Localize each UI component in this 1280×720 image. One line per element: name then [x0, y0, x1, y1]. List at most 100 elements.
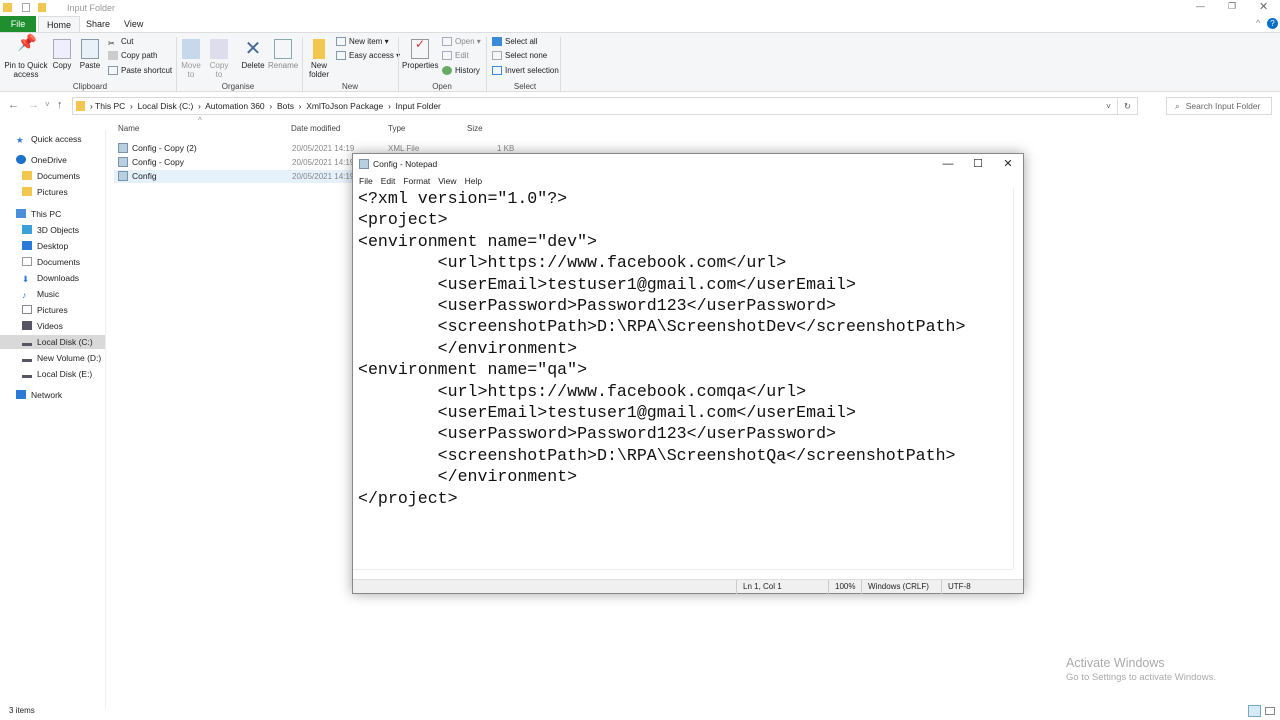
nav-onedrive-documents[interactable]: Documents — [22, 169, 80, 183]
select-all-button[interactable]: Select all — [492, 35, 537, 49]
edit-button[interactable]: Edit — [442, 49, 469, 63]
nav-local-disk-c[interactable]: Local Disk (C:) — [22, 335, 93, 349]
paste-shortcut-button[interactable]: Paste shortcut — [108, 64, 172, 78]
breadcrumb-input-folder[interactable]: Input Folder — [396, 101, 441, 111]
menu-help[interactable]: Help — [465, 176, 482, 186]
line-ending: Windows (CRLF) — [861, 580, 929, 594]
nav-onedrive-pictures[interactable]: Pictures — [22, 185, 68, 199]
new-folder-quick-icon[interactable] — [38, 3, 46, 12]
vertical-scrollbar[interactable] — [1013, 188, 1023, 569]
close-button[interactable]: ✕ — [1259, 0, 1268, 13]
watermark-subtitle: Go to Settings to activate Windows. — [1066, 672, 1216, 683]
pin-to-quick-access-button[interactable]: 📌 Pin to Quick access — [3, 36, 49, 80]
notepad-minimize-button[interactable]: — — [933, 154, 963, 174]
properties-icon: ✓ — [411, 38, 429, 59]
nav-music[interactable]: ♪ Music — [22, 287, 59, 301]
menu-format[interactable]: Format — [403, 176, 430, 186]
breadcrumb-xmltojson-package[interactable]: XmlToJson Package — [306, 101, 383, 111]
select-none-button[interactable]: Select none — [492, 49, 547, 63]
menu-view[interactable]: View — [438, 176, 456, 186]
breadcrumb-local-disk-c[interactable]: Local Disk (C:) — [138, 101, 194, 111]
column-header-type[interactable]: Type — [388, 124, 405, 133]
forward-arrow-icon[interactable]: → — [28, 99, 39, 111]
rename-icon — [274, 39, 292, 59]
explorer-title-bar: Input Folder — ❐ ✕ — [0, 0, 1280, 16]
new-folder-icon — [313, 39, 325, 59]
breadcrumb-bots[interactable]: Bots — [277, 101, 294, 111]
properties-button[interactable]: ✓ Properties — [402, 37, 438, 70]
tab-home[interactable]: Home — [38, 16, 81, 32]
refresh-icon[interactable]: ↻ — [1116, 98, 1131, 114]
paste-button[interactable]: Paste — [78, 37, 102, 70]
properties-quick-icon[interactable] — [22, 3, 30, 12]
nav-network[interactable]: Network — [16, 388, 62, 402]
easy-access-button[interactable]: Easy access ▾ — [336, 49, 400, 63]
copy-path-icon — [108, 51, 118, 61]
large-icons-view-icon[interactable] — [1265, 707, 1275, 715]
column-header-size[interactable]: Size — [467, 124, 483, 133]
copy-path-button[interactable]: Copy path — [108, 49, 157, 63]
folder-icon — [76, 101, 85, 111]
new-folder-button[interactable]: New folder — [306, 37, 332, 79]
nav-pictures[interactable]: Pictures — [22, 303, 68, 317]
breadcrumb-automation-360[interactable]: Automation 360 — [205, 101, 265, 111]
paste-icon — [81, 39, 99, 59]
nav-new-volume-d[interactable]: New Volume (D:) — [22, 351, 101, 365]
copy-button[interactable]: Copy — [51, 37, 73, 70]
details-view-icon[interactable] — [1248, 705, 1261, 717]
minimize-button[interactable]: — — [1196, 1, 1205, 11]
easy-access-icon — [336, 51, 346, 61]
activate-windows-watermark: Activate Windows Go to Settings to activ… — [1066, 656, 1216, 683]
menu-edit[interactable]: Edit — [381, 176, 396, 186]
column-header-date-modified[interactable]: Date modified — [291, 124, 340, 133]
music-note-icon: ♪ — [22, 290, 27, 300]
nav-videos[interactable]: Videos — [22, 319, 63, 333]
tab-file[interactable]: File — [0, 16, 36, 32]
nav-desktop[interactable]: Desktop — [22, 239, 68, 253]
notepad-maximize-button[interactable]: ☐ — [963, 154, 993, 174]
rename-button[interactable]: Rename — [268, 37, 298, 70]
file-date: 20/05/2021 14:19 — [292, 144, 355, 153]
notepad-close-button[interactable]: ✕ — [993, 154, 1023, 174]
help-icon[interactable]: ? — [1267, 18, 1278, 29]
copy-to-button[interactable]: Copy to — [208, 37, 230, 79]
address-dropdown-icon[interactable]: ˅ — [1106, 98, 1111, 114]
collapse-ribbon-icon[interactable]: ^ — [1256, 18, 1260, 28]
group-label-select: Select — [513, 82, 537, 91]
notepad-title-bar: Config - Notepad — ☐ ✕ — [353, 154, 1023, 174]
tab-view[interactable]: View — [116, 16, 151, 32]
horizontal-scrollbar[interactable] — [353, 569, 1013, 579]
menu-file[interactable]: File — [359, 176, 373, 186]
search-input[interactable]: ⌕ Search Input Folder — [1166, 97, 1272, 115]
delete-button[interactable]: ✕ Delete — [240, 37, 266, 70]
cut-button[interactable]: ✂ Cut — [108, 35, 133, 49]
nav-documents[interactable]: Documents — [22, 255, 80, 269]
breadcrumb-this-pc[interactable]: This PC — [95, 101, 125, 111]
copy-icon — [53, 39, 71, 59]
invert-selection-button[interactable]: Invert selection — [492, 64, 559, 78]
divider — [560, 37, 561, 91]
restore-button[interactable]: ❐ — [1228, 1, 1236, 12]
column-header-name[interactable]: Name — [118, 124, 139, 133]
move-to-button[interactable]: Move to — [180, 37, 202, 79]
cube-icon — [22, 225, 32, 234]
back-arrow-icon[interactable]: ← — [8, 99, 19, 111]
notepad-text-area[interactable]: <?xml version="1.0"?> <project> <environ… — [358, 188, 1013, 569]
recent-locations-icon[interactable]: ˅ — [45, 100, 50, 109]
nav-downloads[interactable]: ⬇ Downloads — [22, 271, 79, 285]
zoom-level: 100% — [828, 580, 855, 594]
nav-this-pc[interactable]: This PC — [16, 207, 61, 221]
address-bar[interactable]: › This PC › Local Disk (C:) › Automation… — [72, 97, 1138, 115]
up-arrow-icon[interactable]: ↑ — [57, 99, 63, 111]
nav-3d-objects[interactable]: 3D Objects — [22, 223, 79, 237]
history-button[interactable]: History — [442, 64, 480, 78]
nav-onedrive[interactable]: OneDrive — [16, 153, 67, 167]
nav-quick-access[interactable]: ★ Quick access — [16, 132, 82, 146]
new-item-button[interactable]: New item ▾ — [336, 35, 389, 49]
folder-icon — [3, 3, 12, 12]
xml-file-icon — [118, 157, 128, 167]
nav-local-disk-e[interactable]: Local Disk (E:) — [22, 367, 92, 381]
tab-share[interactable]: Share — [78, 16, 118, 32]
open-button[interactable]: Open ▾ — [442, 35, 481, 49]
breadcrumb: › This PC › Local Disk (C:) › Automation… — [90, 101, 441, 111]
